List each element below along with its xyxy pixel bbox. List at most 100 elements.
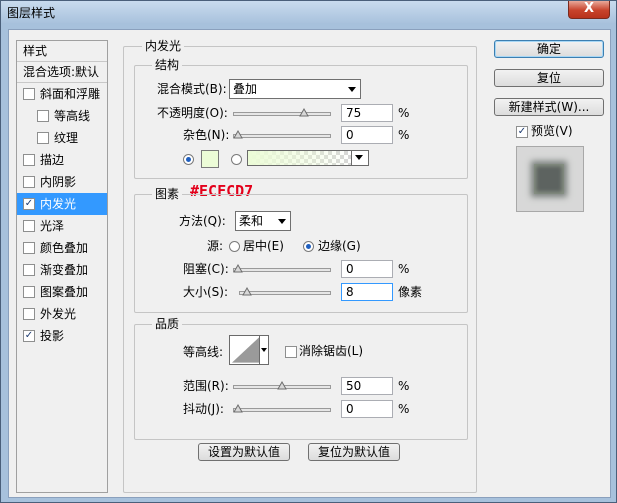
noise-input[interactable]: 0 <box>341 126 393 144</box>
style-item-checkbox[interactable] <box>23 219 35 232</box>
opacity-unit: % <box>398 106 410 120</box>
chevron-down-icon <box>355 155 363 160</box>
structure-title: 结构 <box>152 58 183 72</box>
new-style-button[interactable]: 新建样式(W)... <box>494 98 604 116</box>
choke-unit: % <box>398 262 410 276</box>
reset-button[interactable]: 复位 <box>494 69 604 87</box>
style-item[interactable]: 描边 <box>17 149 107 171</box>
preview-label[interactable]: 预览(V) <box>531 122 573 140</box>
gradient-radio[interactable] <box>231 154 242 165</box>
opacity-slider[interactable] <box>233 112 331 116</box>
make-default-button[interactable]: 设置为默认值 <box>198 443 290 461</box>
style-item-label: 外发光 <box>40 307 77 321</box>
style-item-checkbox[interactable] <box>23 175 35 188</box>
range-slider-thumb[interactable] <box>277 380 287 390</box>
style-item-label: 等高线 <box>54 109 91 123</box>
choke-input[interactable]: 0 <box>341 260 393 278</box>
preview-checkbox[interactable]: ✓ <box>516 126 528 138</box>
style-item-checkbox[interactable] <box>23 241 35 254</box>
style-item-label: 光泽 <box>40 219 65 233</box>
style-item-checkbox[interactable]: ✓ <box>23 197 35 210</box>
styles-header[interactable]: 样式 <box>17 41 107 62</box>
jitter-slider-thumb[interactable] <box>233 403 243 413</box>
noise-label: 杂色(N): <box>183 128 230 142</box>
source-edge-label[interactable]: 边缘(G) <box>318 237 361 255</box>
antialias-checkbox[interactable] <box>285 346 297 358</box>
style-item-checkbox[interactable] <box>37 131 49 144</box>
preview-swatch <box>534 164 564 194</box>
gradient-dropdown[interactable] <box>351 151 368 165</box>
jitter-slider[interactable] <box>233 408 331 412</box>
opacity-slider-thumb[interactable] <box>299 107 309 117</box>
choke-slider[interactable] <box>233 268 331 272</box>
size-label: 大小(S): <box>183 285 229 299</box>
styles-list: 样式 混合选项:默认 斜面和浮雕等高线纹理描边内阴影 ✓ 内发光光泽颜色叠加渐变叠加… <box>16 40 108 493</box>
jitter-label: 抖动(J): <box>183 402 224 416</box>
dialog-client: 样式 混合选项:默认 斜面和浮雕 等高线 纹理 描边 内阴影 ✓ 内发光 光泽 颜色叠加 渐变叠加… <box>8 29 611 498</box>
style-item-checkbox[interactable] <box>23 153 35 166</box>
style-item[interactable]: 斜面和浮雕 <box>17 83 107 105</box>
title-bar[interactable]: 图层样式 X <box>1 1 616 23</box>
contour-picker[interactable] <box>229 335 269 365</box>
size-slider-thumb[interactable] <box>241 286 252 296</box>
range-input[interactable]: 50 <box>341 377 393 395</box>
style-item[interactable]: 渐变叠加 <box>17 259 107 281</box>
range-label: 范围(R): <box>183 379 229 393</box>
style-item[interactable]: 外发光 <box>17 303 107 325</box>
style-item-label: 颜色叠加 <box>40 241 89 255</box>
inner-glow-group: 内发光 结构 混合模式(B): 叠加 不透明度(O): 75 % 杂色(N): … <box>123 39 477 493</box>
style-item-checkbox[interactable] <box>37 109 49 122</box>
choke-label: 阻塞(C): <box>183 262 229 276</box>
reset-to-default-button[interactable]: 复位为默认值 <box>308 443 400 461</box>
noise-slider-thumb[interactable] <box>233 129 243 139</box>
style-item[interactable]: 等高线 <box>17 105 107 127</box>
style-item-checkbox[interactable]: ✓ <box>23 329 35 342</box>
size-slider[interactable] <box>239 291 331 295</box>
blend-mode-select[interactable]: 叠加 <box>229 79 361 99</box>
elements-title: 图素 <box>152 187 183 201</box>
gradient-picker[interactable] <box>247 150 369 166</box>
gradient-preview <box>248 151 352 165</box>
style-item-label: 斜面和浮雕 <box>40 87 101 101</box>
style-item[interactable]: ✓ 投影 <box>17 325 107 347</box>
jitter-unit: % <box>398 402 410 416</box>
solid-color-radio[interactable] <box>183 154 194 165</box>
glow-color-swatch[interactable] <box>201 150 219 168</box>
window-title: 图层样式 <box>7 6 56 20</box>
choke-slider-thumb[interactable] <box>233 263 243 273</box>
style-item-label: 投影 <box>40 329 65 343</box>
chevron-down-icon <box>278 219 286 224</box>
style-item[interactable]: 纹理 <box>17 127 107 149</box>
style-item[interactable]: 颜色叠加 <box>17 237 107 259</box>
source-center-radio[interactable] <box>229 241 240 252</box>
noise-slider[interactable] <box>233 134 331 138</box>
style-item-checkbox[interactable] <box>23 87 35 100</box>
jitter-input[interactable]: 0 <box>341 400 393 418</box>
style-item[interactable]: 内阴影 <box>17 171 107 193</box>
contour-preview-icon <box>231 337 260 363</box>
quality-group: 品质 等高线: 消除锯齿(L) 范围(R): 50 % 抖动(J): 0 % <box>134 317 468 440</box>
quality-title: 品质 <box>152 317 183 331</box>
style-item[interactable]: 光泽 <box>17 215 107 237</box>
style-item[interactable]: 图案叠加 <box>17 281 107 303</box>
style-item-checkbox[interactable] <box>23 285 35 298</box>
style-item-checkbox[interactable] <box>23 307 35 320</box>
technique-select[interactable]: 柔和 <box>235 211 291 231</box>
source-edge-radio[interactable] <box>303 241 314 252</box>
inner-glow-title: 内发光 <box>142 39 185 53</box>
style-item-checkbox[interactable] <box>23 263 35 276</box>
contour-dropdown[interactable] <box>259 336 268 364</box>
blend-mode-label: 混合模式(B): <box>157 82 227 96</box>
elements-group: 图素 方法(Q): 柔和 源: 居中(E) 边缘(G) 阻塞(C): 0 % 大… <box>134 187 468 313</box>
contour-label: 等高线: <box>183 345 224 359</box>
ok-button[interactable]: 确定 <box>494 40 604 58</box>
antialias-label[interactable]: 消除锯齿(L) <box>299 342 363 360</box>
noise-unit: % <box>398 128 410 142</box>
source-center-label[interactable]: 居中(E) <box>243 237 284 255</box>
style-item-label: 描边 <box>40 153 65 167</box>
style-item[interactable]: ✓ 内发光 <box>17 193 107 215</box>
close-button[interactable]: X <box>568 1 610 19</box>
opacity-input[interactable]: 75 <box>341 104 393 122</box>
blending-options-item[interactable]: 混合选项:默认 <box>17 62 107 83</box>
size-input[interactable]: 8 <box>341 283 393 301</box>
